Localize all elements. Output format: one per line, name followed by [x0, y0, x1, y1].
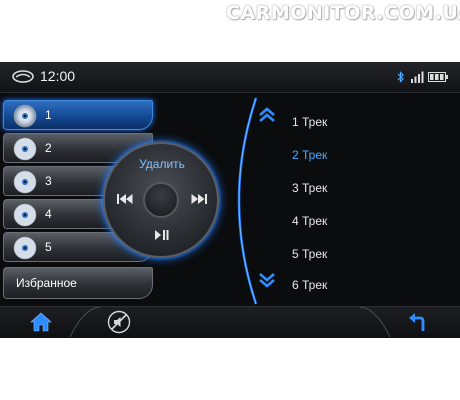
track-item-3[interactable]: 3 Трек — [292, 181, 327, 195]
favorites-button[interactable]: Избранное — [3, 267, 153, 299]
cd-disc-icon — [13, 203, 37, 227]
next-track-icon[interactable] — [191, 193, 207, 205]
delete-button[interactable]: Удалить — [128, 157, 196, 171]
watermark: CARMONITOR.COM.UA — [226, 2, 460, 24]
disc-label: 5 — [45, 240, 52, 254]
car-logo-icon — [12, 70, 34, 83]
battery-icon — [428, 72, 448, 82]
track-item-6[interactable]: 6 Трек — [292, 278, 327, 292]
bottom-bar-divider — [69, 306, 391, 338]
disc-label: 1 — [45, 108, 52, 122]
cd-disc-icon — [13, 137, 37, 161]
bluetooth-icon — [397, 71, 404, 83]
car-screen: 12:00 1 2 3 4 5 Избранное Удалить 1 Трек… — [0, 62, 460, 338]
disc-label: 2 — [45, 141, 52, 155]
status-bar: 12:00 — [0, 62, 460, 93]
cd-disc-icon — [13, 170, 37, 194]
disc-label: 4 — [45, 207, 52, 221]
cd-disc-icon — [13, 236, 37, 260]
play-pause-icon[interactable] — [155, 230, 169, 240]
disc-label: 3 — [45, 174, 52, 188]
track-list: 1 Трек 2 Трек 3 Трек 4 Трек 5 Трек 6 Тре… — [255, 98, 455, 302]
track-item-5[interactable]: 5 Трек — [292, 247, 327, 261]
favorites-label: Избранное — [16, 276, 77, 290]
wheel-center-button[interactable] — [143, 182, 179, 218]
track-item-1[interactable]: 1 Трек — [292, 115, 327, 129]
previous-track-icon[interactable] — [117, 193, 133, 205]
disc-button-1[interactable]: 1 — [3, 100, 153, 130]
cd-disc-icon — [13, 104, 37, 128]
clock: 12:00 — [40, 68, 76, 84]
track-item-4[interactable]: 4 Трек — [292, 214, 327, 228]
signal-icon — [411, 71, 424, 83]
tracklist-divider — [237, 97, 258, 305]
track-item-2[interactable]: 2 Трек — [292, 148, 327, 162]
